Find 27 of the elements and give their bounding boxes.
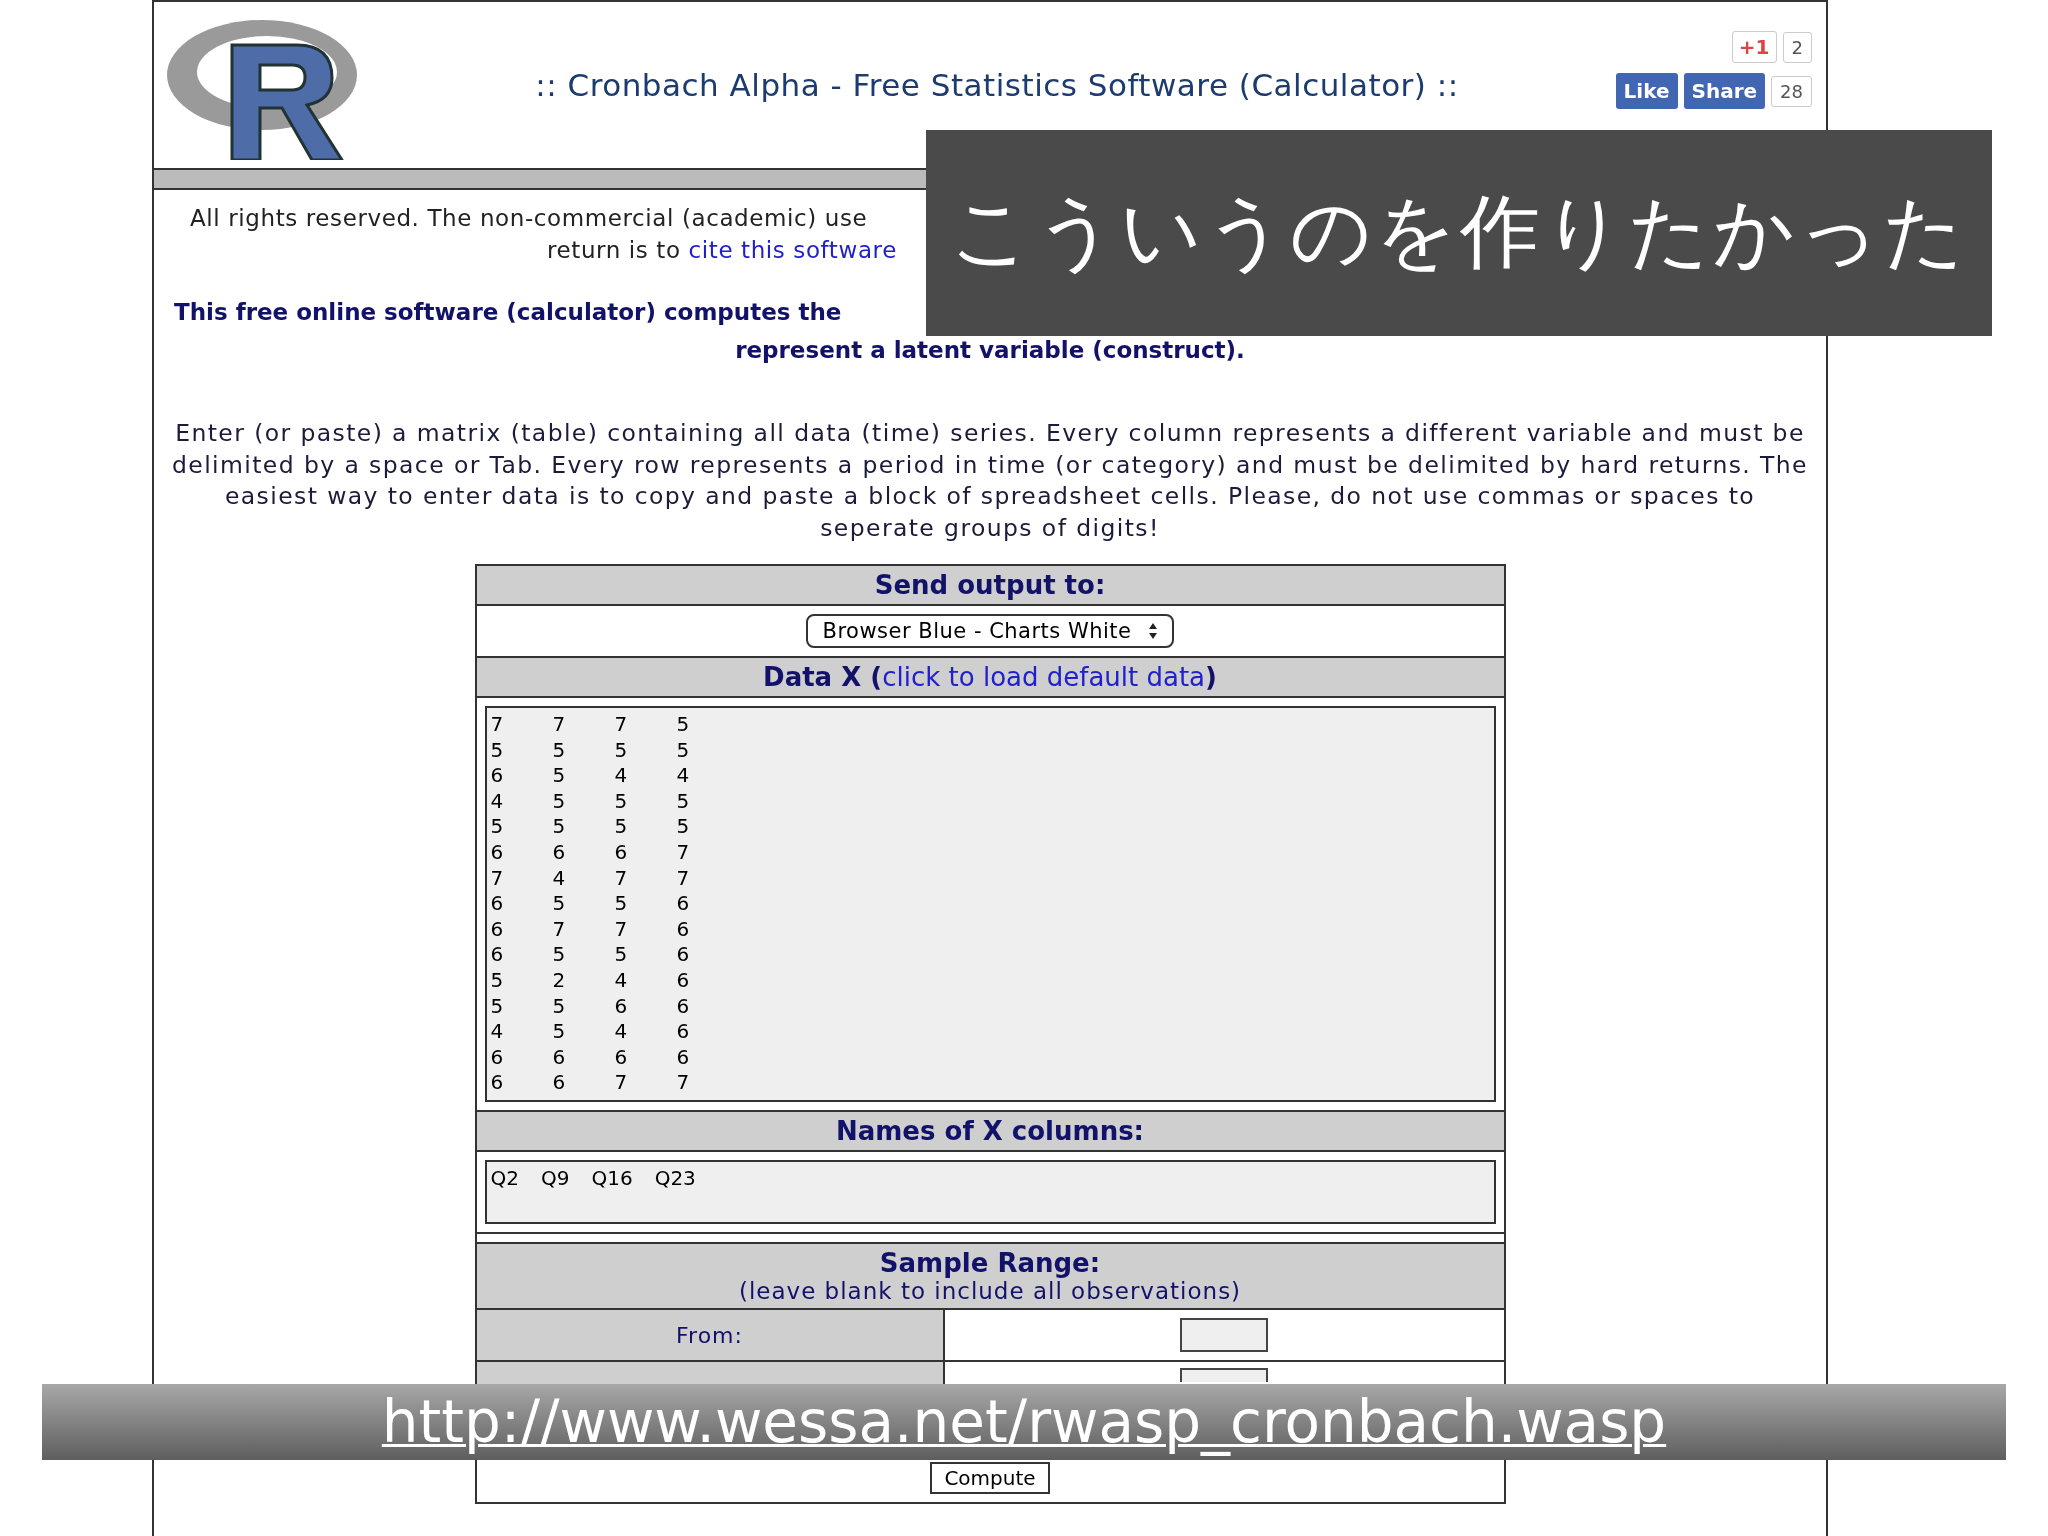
range-heading: Sample Range: (leave blank to include all observations): [476, 1242, 1504, 1310]
plus-one-button[interactable]: +1: [1731, 31, 1777, 63]
compute-button[interactable]: Compute: [930, 1462, 1050, 1494]
url-link[interactable]: http://www.wessa.net/rwasp_cronbach.wasp: [381, 1388, 1667, 1456]
rights-text: All rights reserved. The non-commercial (academic) use: [190, 204, 869, 233]
names-heading: Names of X columns:: [476, 1112, 1504, 1152]
caption-text: こういうのを作りたかった: [950, 184, 1968, 280]
page-title: :: Cronbach Alpha - Free Statistics Software (Calculator) ::: [534, 67, 1460, 103]
data-heading: Data X (: [763, 662, 883, 692]
share-button[interactable]: Share: [1683, 73, 1766, 109]
summary-text: This free online software (calculator) computes the: [174, 298, 842, 327]
plus-one-count: 2: [1782, 31, 1812, 63]
default-data-link[interactable]: click to load default data: [882, 662, 1206, 692]
share-count: 28: [1771, 75, 1812, 107]
summary-text: represent a latent variable (construct).: [735, 336, 1245, 365]
data-heading: ): [1205, 662, 1217, 692]
to-field[interactable]: [1180, 1368, 1268, 1382]
from-field[interactable]: [1180, 1318, 1268, 1352]
from-label: From:: [476, 1310, 945, 1360]
like-button[interactable]: Like: [1615, 73, 1678, 109]
output-select[interactable]: Browser Blue - Charts White: [806, 614, 1174, 648]
output-heading: Send output to:: [476, 566, 1504, 606]
data-field[interactable]: 7 7 7 5 5 5 5 5 6 5 4 4 4 5 5 5 5 5 5 5 6 6 6 7 7 4 7 7 6 5 5 6 6 7 7 6 6 5 5 6 5 2 4 6 5 5 6 6 4 5 4 6 6 6 6 6 6 6 7 7: [484, 706, 1496, 1102]
names-field[interactable]: Q2 Q9 Q16 Q23: [484, 1160, 1496, 1224]
cite-link[interactable]: cite this software: [688, 237, 897, 263]
instructions-text: Enter (or paste) a matrix (table) containing all data (time) series. Every column represents a different variable and must be delimited by a space or Tab. Every row represents a period in time (or category) and must be delimited by hard returns. The easiest way to enter data is to copy and paste a block of spreadsheet cells. Please, do not use commas or spaces to seperate groups of digits!: [172, 418, 1808, 544]
updown-icon: [1147, 622, 1158, 640]
